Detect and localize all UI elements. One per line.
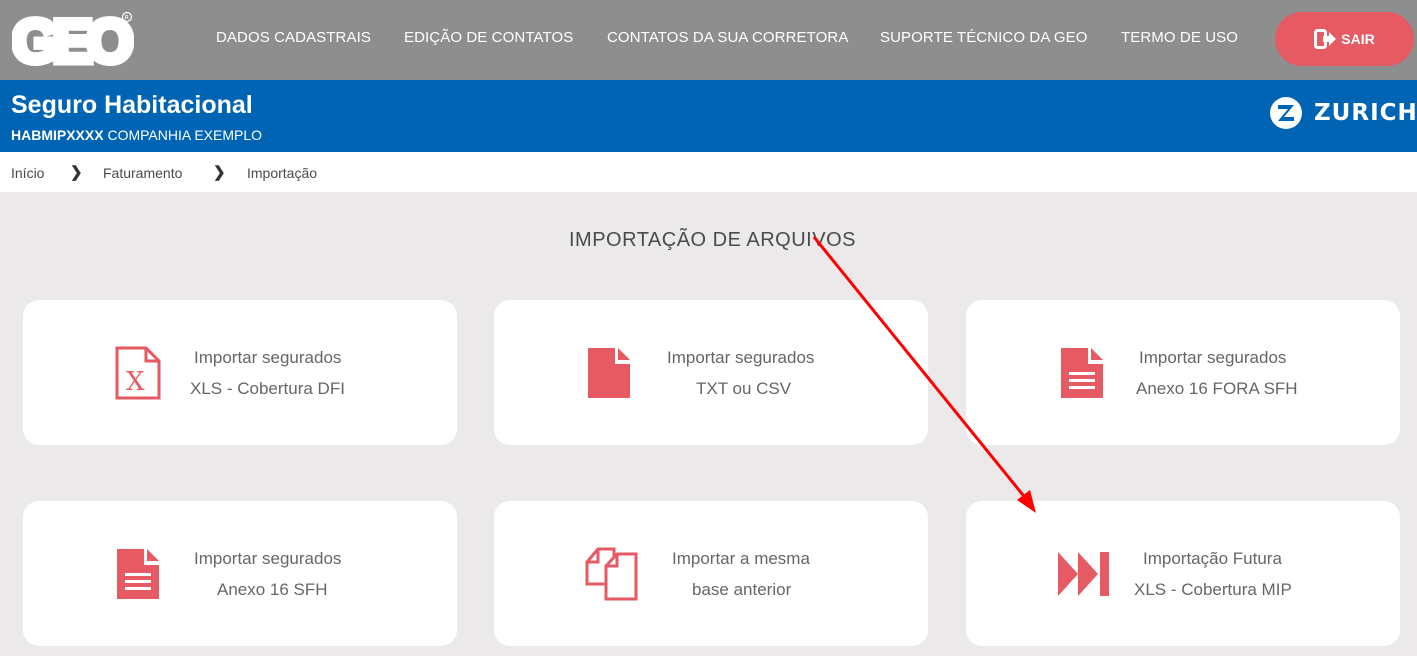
copy-icon bbox=[584, 544, 640, 604]
card-importar-txt-csv[interactable]: Importar segurados TXT ou CSV bbox=[494, 300, 928, 445]
product-banner: Seguro Habitacional HABMIPXXXX COMPANHIA… bbox=[0, 80, 1417, 152]
logout-icon bbox=[1314, 29, 1337, 49]
nav-termo-de-uso[interactable]: TERMO DE USO bbox=[1121, 29, 1238, 46]
card-importar-anexo16-sfh[interactable]: Importar segurados Anexo 16 SFH bbox=[23, 501, 457, 646]
card-importar-anexo16-fora-sfh[interactable]: Importar segurados Anexo 16 FORA SFH bbox=[966, 300, 1400, 445]
card-importar-xls-dfi[interactable]: X Importar segurados XLS - Cobertura DFI bbox=[23, 300, 457, 445]
breadcrumb-faturamento[interactable]: Faturamento bbox=[103, 165, 182, 181]
top-navbar: GEO GEO R DADOS CADASTRAIS EDIÇÃO DE CON… bbox=[0, 0, 1417, 80]
card-subtitle: base anterior bbox=[692, 580, 792, 599]
fast-forward-icon bbox=[1056, 544, 1112, 604]
card-subtitle: XLS - Cobertura MIP bbox=[1134, 580, 1292, 599]
card-importar-base-anterior[interactable]: Importar a mesma base anterior bbox=[494, 501, 928, 646]
geo-logo[interactable]: GEO GEO R bbox=[12, 8, 134, 72]
card-title: Importar a mesma bbox=[672, 549, 810, 568]
svg-text:R: R bbox=[125, 14, 130, 22]
product-subtitle: HABMIPXXXX COMPANHIA EXEMPLO bbox=[11, 127, 262, 143]
product-title: Seguro Habitacional bbox=[11, 91, 253, 119]
zurich-logo: ZURICH bbox=[1269, 96, 1417, 130]
nav-suporte-tecnico[interactable]: SUPORTE TÉCNICO DA GEO bbox=[880, 29, 1088, 46]
card-importacao-futura[interactable]: Importação Futura XLS - Cobertura MIP bbox=[966, 501, 1400, 646]
card-subtitle: Anexo 16 FORA SFH bbox=[1136, 379, 1298, 398]
file-icon bbox=[581, 343, 637, 403]
card-subtitle: TXT ou CSV bbox=[696, 379, 792, 398]
company-name: COMPANHIA EXEMPLO bbox=[107, 127, 263, 143]
logout-label: SAIR bbox=[1341, 31, 1375, 47]
card-subtitle: XLS - Cobertura DFI bbox=[190, 379, 345, 398]
svg-text:X: X bbox=[126, 367, 145, 397]
chevron-right-icon: ❯ bbox=[213, 164, 226, 181]
card-title: Importar segurados bbox=[1139, 348, 1287, 367]
logo-text-fill: GEO bbox=[12, 8, 132, 72]
chevron-right-icon: ❯ bbox=[70, 164, 83, 181]
breadcrumb-importacao: Importação bbox=[247, 165, 318, 181]
card-subtitle: Anexo 16 SFH bbox=[217, 580, 328, 599]
nav-edicao-contatos[interactable]: EDIÇÃO DE CONTATOS bbox=[404, 29, 573, 46]
document-icon bbox=[1054, 343, 1110, 403]
zurich-brand: ZURICH bbox=[1314, 100, 1417, 126]
product-code: HABMIPXXXX bbox=[11, 127, 104, 143]
document-icon bbox=[110, 544, 166, 604]
excel-file-icon: X bbox=[110, 343, 166, 403]
nav-dados-cadastrais[interactable]: DADOS CADASTRAIS bbox=[216, 29, 371, 46]
card-title: Importar segurados bbox=[667, 348, 815, 367]
breadcrumb-inicio[interactable]: Início bbox=[11, 165, 44, 181]
page-title: IMPORTAÇÃO DE ARQUIVOS bbox=[569, 229, 856, 251]
breadcrumb: Início ❯ Faturamento ❯ Importação bbox=[0, 152, 1417, 192]
card-title: Importação Futura bbox=[1143, 549, 1282, 568]
logout-button[interactable]: SAIR bbox=[1275, 12, 1414, 66]
zurich-emblem-icon bbox=[1270, 97, 1302, 129]
card-title: Importar segurados bbox=[194, 549, 342, 568]
nav-contatos-corretora[interactable]: CONTATOS DA SUA CORRETORA bbox=[607, 29, 848, 46]
card-title: Importar segurados bbox=[194, 348, 342, 367]
